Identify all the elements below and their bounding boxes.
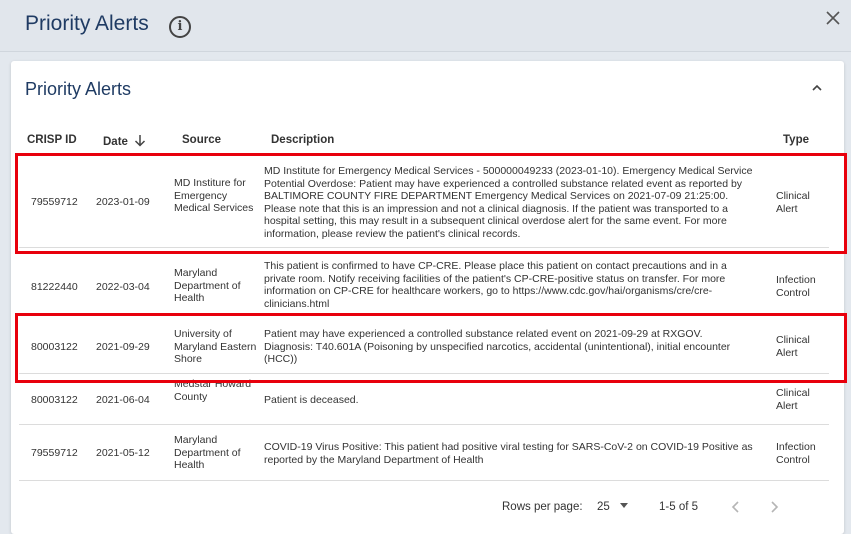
alerts-card: Priority Alerts CRISP ID Date Source Des… (11, 61, 844, 534)
card-title: Priority Alerts (25, 79, 132, 99)
cell-source: University of Maryland Eastern Shore (174, 328, 257, 365)
cell-type: Clinical Alert (776, 334, 810, 359)
rows-per-page-select[interactable]: 25 (597, 501, 628, 513)
column-header-source[interactable]: Source (182, 134, 221, 146)
dialog-titlebar: Priority Alerts i (0, 0, 851, 52)
cell-description: Patient is deceased. (264, 394, 359, 406)
cell-description: MD Institute for Emergency Medical Servi… (264, 165, 753, 240)
cell-crisp-id: 79559712 (31, 447, 78, 459)
cell-type: Clinical Alert (776, 190, 810, 215)
cell-type: Infection Control (776, 274, 816, 299)
cell-description: This patient is confirmed to have CP-CRE… (264, 260, 727, 310)
cell-date: 2021-09-29 (96, 341, 150, 353)
table-row[interactable]: 80003122 2021-06-04 Medstar Howard Count… (19, 374, 829, 425)
cell-type: Infection Control (776, 441, 816, 466)
table-pagination: Rows per page: 25 1-5 of 5 (11, 489, 844, 525)
cell-source: Maryland Department of Health (174, 267, 241, 304)
rows-per-page-value: 25 (597, 501, 610, 513)
table-row[interactable]: 81222440 2022-03-04 Maryland Department … (19, 248, 829, 316)
cell-source: Maryland Department of Health (174, 434, 241, 471)
column-header-crisp-id[interactable]: CRISP ID (27, 134, 77, 146)
table-row[interactable]: 80003122 2021-09-29 University of Maryla… (19, 316, 829, 374)
table-row[interactable]: 79559712 2021-05-12 Maryland Department … (19, 425, 829, 481)
cell-date: 2023-01-09 (96, 196, 150, 208)
column-header-date-label: Date (103, 136, 128, 148)
dialog-title: Priority Alerts (25, 12, 149, 35)
info-icon[interactable]: i (169, 16, 191, 38)
column-header-type[interactable]: Type (783, 134, 809, 146)
cell-crisp-id: 80003122 (31, 341, 78, 353)
arrow-down-icon (134, 135, 145, 147)
cell-date: 2021-05-12 (96, 447, 150, 459)
column-header-date[interactable]: Date (103, 134, 146, 148)
table-header: CRISP ID Date Source Description Type (11, 129, 844, 153)
cell-type: Clinical Alert (776, 387, 810, 412)
pagination-range: 1-5 of 5 (659, 501, 698, 513)
cell-crisp-id: 79559712 (31, 196, 78, 208)
close-icon[interactable] (825, 10, 841, 26)
column-header-description[interactable]: Description (271, 134, 334, 146)
cell-date: 2022-03-04 (96, 281, 150, 293)
cell-description: Patient may have experienced a controlle… (264, 328, 731, 365)
cell-crisp-id: 80003122 (31, 394, 78, 406)
caret-down-icon (619, 503, 628, 508)
rows-per-page-label: Rows per page: (502, 501, 583, 513)
cell-source: MD Institure for Emergency Medical Servi… (174, 177, 254, 214)
chevron-left-icon[interactable] (729, 499, 743, 515)
chevron-right-icon[interactable] (767, 499, 781, 515)
cell-crisp-id: 81222440 (31, 281, 78, 293)
cell-source: Medstar Howard County (174, 378, 252, 403)
table-row[interactable]: 79559712 2023-01-09 MD Institure for Eme… (19, 157, 829, 248)
cell-description: COVID-19 Virus Positive: This patient ha… (264, 441, 753, 466)
chevron-up-icon[interactable] (810, 81, 824, 95)
cell-date: 2021-06-04 (96, 394, 150, 406)
